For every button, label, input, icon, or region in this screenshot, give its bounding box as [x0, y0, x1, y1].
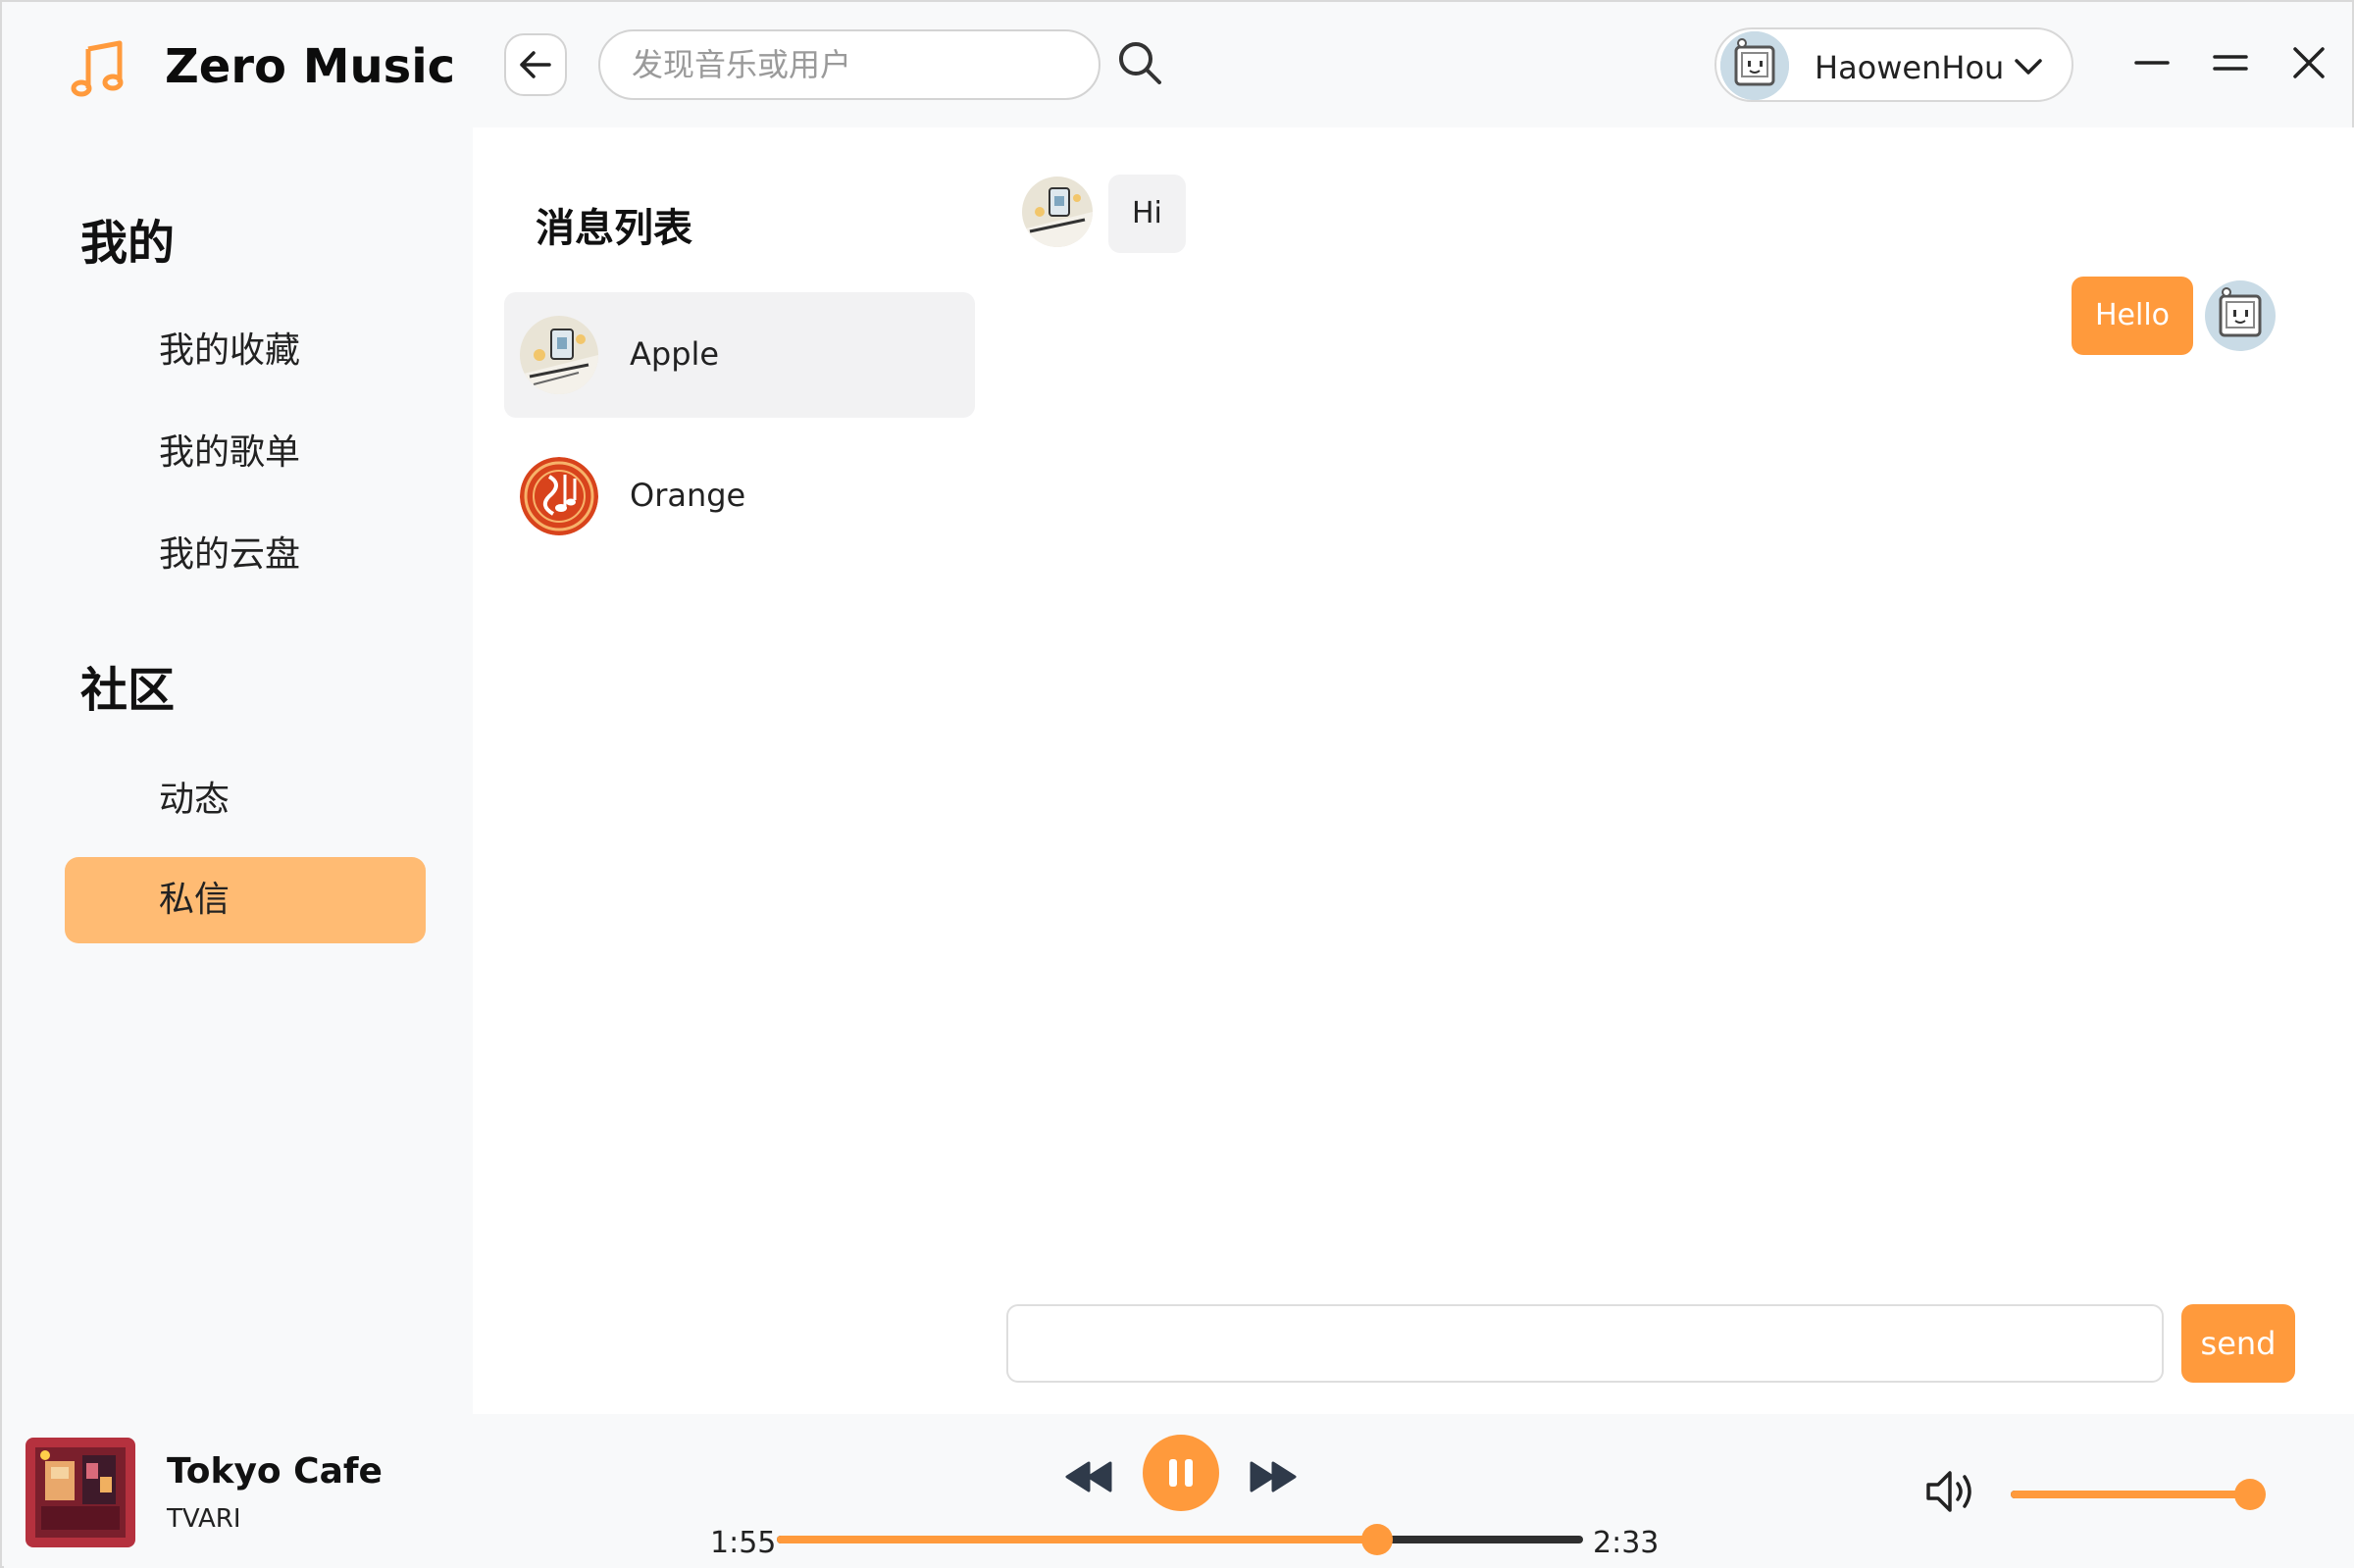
song-artist[interactable]: TVARI — [167, 1504, 241, 1534]
sidebar-item-feed[interactable]: 动态 — [65, 757, 426, 843]
message-input[interactable] — [1008, 1306, 2162, 1381]
conversation-name: Apple — [630, 335, 720, 373]
section-title-mine: 我的 — [80, 216, 176, 271]
progress-fill — [777, 1536, 1378, 1543]
progress-slider[interactable] — [777, 1524, 1583, 1555]
messages-panel: 消息列表 Apple Orange Hi Hello send — [473, 127, 2354, 1414]
minimize-icon[interactable] — [2130, 41, 2174, 84]
search-input[interactable] — [600, 31, 1099, 98]
volume-fill — [2011, 1491, 2250, 1498]
music-notes-avatar — [520, 457, 598, 535]
volume-knob[interactable] — [2234, 1479, 2266, 1510]
sidebar: 我的 我的收藏 我的歌单 我的云盘 社区 动态 私信 — [4, 127, 473, 1414]
send-button[interactable]: send — [2181, 1304, 2295, 1383]
volume-slider[interactable] — [2011, 1479, 2266, 1510]
pause-button[interactable] — [1142, 1434, 1220, 1512]
self-avatar — [2205, 280, 2276, 351]
search-box[interactable] — [598, 29, 1100, 100]
album-cover[interactable] — [26, 1438, 135, 1547]
sidebar-item-favorites[interactable]: 我的收藏 — [65, 308, 426, 394]
user-name: HaowenHou — [1815, 49, 2005, 86]
message-list-title: 消息列表 — [536, 206, 692, 251]
player-bar: Tokyo Cafe TVARI 1:55 2:33 — [4, 1414, 2354, 1568]
message-input-box[interactable] — [1006, 1304, 2164, 1383]
section-title-community: 社区 — [80, 663, 176, 718]
sidebar-item-messages[interactable]: 私信 — [65, 857, 426, 943]
maximize-icon[interactable] — [2209, 41, 2252, 84]
robot-avatar — [520, 316, 598, 394]
arrow-left-icon — [520, 51, 551, 78]
next-track-icon[interactable] — [1248, 1457, 1299, 1496]
user-menu[interactable]: HaowenHou — [1714, 27, 2073, 102]
user-avatar — [1720, 31, 1789, 100]
music-note-logo-icon — [71, 40, 124, 97]
search-icon[interactable] — [1116, 39, 1163, 86]
outgoing-message: Hello — [2072, 277, 2194, 355]
previous-track-icon[interactable] — [1063, 1457, 1114, 1496]
conversation-item-apple[interactable]: Apple — [504, 292, 975, 418]
conversation-name: Orange — [630, 477, 746, 514]
progress-knob[interactable] — [1361, 1524, 1394, 1555]
volume-icon[interactable] — [1924, 1467, 1977, 1516]
chevron-down-icon — [2015, 59, 2042, 75]
incoming-message: Hi — [1108, 175, 1186, 253]
total-duration: 2:33 — [1593, 1526, 1660, 1560]
back-button[interactable] — [504, 33, 567, 96]
conversation-item-orange[interactable]: Orange — [504, 433, 975, 559]
sidebar-item-cloud-drive[interactable]: 我的云盘 — [65, 512, 426, 598]
top-bar: Zero Music 发现音乐或用户 HaowenHou — [2, 2, 2354, 127]
close-icon[interactable] — [2287, 41, 2330, 84]
song-title[interactable]: Tokyo Cafe — [167, 1451, 383, 1492]
app-title: Zero Music — [165, 39, 456, 94]
app-window: Zero Music 发现音乐或用户 HaowenHou 我的 我的收藏 我的歌… — [0, 0, 2354, 1568]
sidebar-item-playlists[interactable]: 我的歌单 — [65, 410, 426, 496]
sender-avatar — [1022, 177, 1093, 247]
elapsed-time: 1:55 — [710, 1526, 777, 1560]
